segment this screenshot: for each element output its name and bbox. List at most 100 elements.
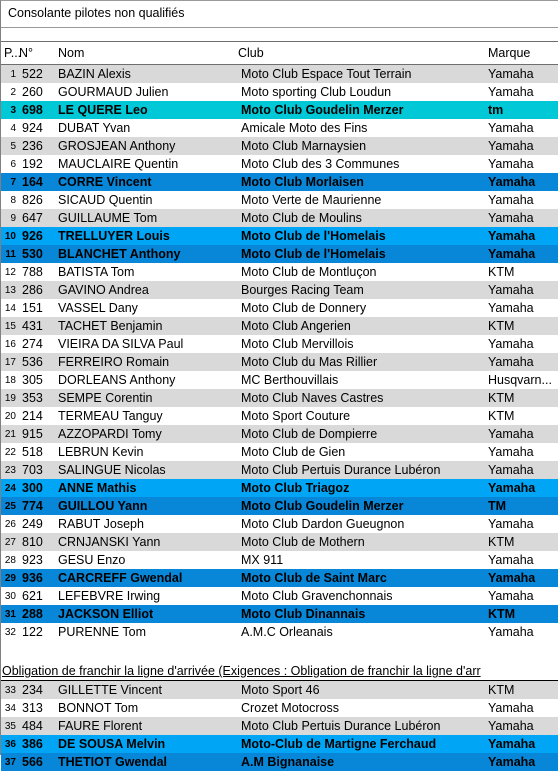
- cell-name: CRNJANSKI Yann: [58, 535, 161, 549]
- cell-club: Moto Verte de Maurienne: [241, 193, 382, 207]
- cell-number: 164: [22, 175, 43, 189]
- cell-number: 774: [22, 499, 43, 513]
- cell-name: MAUCLAIRE Quentin: [58, 157, 179, 171]
- cell-brand: Yamaha: [488, 481, 536, 495]
- table-row[interactable]: 26 249 RABUT Joseph Moto Club Dardon Gueugn…: [1, 515, 558, 533]
- cell-name: TERMEAU Tanguy: [58, 409, 163, 423]
- cell-name: BATISTA Tom: [58, 265, 135, 279]
- cell-position: 24: [4, 482, 16, 494]
- cell-number: 703: [22, 463, 43, 477]
- page-title: Consolante pilotes non qualifiés: [1, 1, 558, 28]
- cell-position: 6: [10, 158, 16, 170]
- table-row[interactable]: 12 788 BATISTA Tom Moto Club de Montluçon KT…: [1, 263, 558, 281]
- cell-number: 313: [22, 701, 43, 715]
- table-row[interactable]: 35 484 FAURE Florent Moto Club Pertuis Dura…: [1, 717, 558, 735]
- cell-name: FERREIRO Romain: [58, 355, 170, 369]
- table-row[interactable]: 32 122 PURENNE Tom A.M.C Orleanais Yamaha: [1, 623, 558, 641]
- table-row[interactable]: 10 926 TRELLUYER Louis Moto Club de l'Homel…: [1, 227, 558, 245]
- cell-club: Moto Club du Mas Rillier: [241, 355, 378, 369]
- table-row[interactable]: 18 305 DORLEANS Anthony MC Berthouvillais Hu…: [1, 371, 558, 389]
- cell-position: 2: [10, 86, 16, 98]
- cell-name: LEBRUN Kevin: [58, 445, 144, 459]
- cell-brand: Yamaha: [488, 355, 534, 369]
- table-row[interactable]: 9 647 GUILLAUME Tom Moto Club de Moulins Yam…: [1, 209, 558, 227]
- cell-position: 13: [4, 284, 16, 296]
- table-row[interactable]: 27 810 CRNJANSKI Yann Moto Club de Mothern K…: [1, 533, 558, 551]
- cell-club: Moto Club de l'Homelais: [241, 229, 386, 243]
- table-row[interactable]: 7 164 CORRE Vincent Moto Club Morlaisen Yama…: [1, 173, 558, 191]
- section-spacer: [1, 641, 558, 662]
- cell-brand: Yamaha: [488, 463, 534, 477]
- cell-number: 530: [22, 247, 43, 261]
- cell-number: 305: [22, 373, 43, 387]
- cell-position: 10: [4, 230, 16, 242]
- cell-club: Amicale Moto des Fins: [241, 121, 368, 135]
- cell-brand: Yamaha: [488, 553, 534, 567]
- cell-number: 647: [22, 211, 43, 225]
- cell-number: 566: [22, 755, 43, 769]
- cell-number: 924: [22, 121, 43, 135]
- cell-number: 431: [22, 319, 43, 333]
- table-row[interactable]: 28 923 GESU Enzo MX 911 Yamaha: [1, 551, 558, 569]
- cell-brand: Yamaha: [488, 517, 534, 531]
- cell-number: 151: [22, 301, 43, 315]
- table-row[interactable]: 20 214 TERMEAU Tanguy Moto Sport Couture KTM: [1, 407, 558, 425]
- table-row[interactable]: 17 536 FERREIRO Romain Moto Club du Mas Ril…: [1, 353, 558, 371]
- cell-position: 19: [4, 392, 16, 404]
- table-row[interactable]: 2 260 GOURMAUD Julien Moto sporting Club Lo…: [1, 83, 558, 101]
- cell-brand: Husqvarn...: [488, 373, 552, 387]
- cell-name: GUILLOU Yann: [58, 499, 148, 513]
- table-row[interactable]: 6 192 MAUCLAIRE Quentin Moto Club des 3 Com…: [1, 155, 558, 173]
- cell-position: 22: [4, 446, 16, 458]
- table-row[interactable]: 11 530 BLANCHET Anthony Moto Club de l'Home…: [1, 245, 558, 263]
- cell-club: MC Berthouvillais: [241, 373, 339, 387]
- table-row[interactable]: 30 621 LEFEBVRE Irwing Moto Club Gravenchon…: [1, 587, 558, 605]
- table-row[interactable]: 21 915 AZZOPARDI Tomy Moto Club de Dompierr…: [1, 425, 558, 443]
- table-bottom-filler: [1, 771, 558, 780]
- table-row[interactable]: 34 313 BONNOT Tom Crozet Motocross Yamaha: [1, 699, 558, 717]
- table-row[interactable]: 24 300 ANNE Mathis Moto Club Triagoz Yamaha: [1, 479, 558, 497]
- cell-brand: KTM: [488, 409, 515, 423]
- cell-position: 25: [4, 500, 16, 512]
- table-row[interactable]: 33 234 GILLETTE Vincent Moto Sport 46 KTM: [1, 681, 558, 699]
- cell-number: 826: [22, 193, 43, 207]
- cell-club: Moto Club de Montluçon: [241, 265, 377, 279]
- cell-brand: Yamaha: [488, 193, 534, 207]
- cell-name: DE SOUSA Melvin: [58, 737, 166, 751]
- results-list-section-1: 1 522 BAZIN Alexis Moto Club Espace Tout Te…: [1, 65, 558, 641]
- table-row[interactable]: 13 286 GAVINO Andrea Bourges Racing Team Yam…: [1, 281, 558, 299]
- table-row[interactable]: 4 924 DUBAT Yvan Amicale Moto des Fins Yamah…: [1, 119, 558, 137]
- cell-name: THETIOT Gwendal: [58, 755, 168, 769]
- cell-position: 35: [4, 720, 16, 732]
- section-header-obligation: Obligation de franchir la ligne d'arrivé…: [1, 662, 558, 681]
- cell-position: 17: [4, 356, 16, 368]
- cell-brand: KTM: [488, 683, 515, 697]
- cell-name: CORRE Vincent: [58, 175, 152, 189]
- cell-brand: Yamaha: [488, 283, 534, 297]
- table-row[interactable]: 16 274 VIEIRA DA SILVA Paul Moto Club Mervi…: [1, 335, 558, 353]
- table-row[interactable]: 8 826 SICAUD Quentin Moto Verte de Maurienn…: [1, 191, 558, 209]
- cell-name: BONNOT Tom: [58, 701, 139, 715]
- cell-club: Moto Club Triagoz: [241, 481, 350, 495]
- table-row[interactable]: 5 236 GROSJEAN Anthony Moto Club Marnaysien…: [1, 137, 558, 155]
- cell-club: Moto Club Angerien: [241, 319, 351, 333]
- cell-brand: KTM: [488, 319, 515, 333]
- cell-number: 522: [22, 67, 43, 81]
- table-row[interactable]: 36 386 DE SOUSA Melvin Moto-Club de Martign…: [1, 735, 558, 753]
- column-header-name: Nom: [58, 46, 85, 60]
- table-row[interactable]: 1 522 BAZIN Alexis Moto Club Espace Tout Te…: [1, 65, 558, 83]
- cell-name: VASSEL Dany: [58, 301, 138, 315]
- table-row[interactable]: 15 431 TACHET Benjamin Moto Club Angerien KT…: [1, 317, 558, 335]
- table-row[interactable]: 23 703 SALINGUE Nicolas Moto Club Pertuis D…: [1, 461, 558, 479]
- cell-number: 122: [22, 625, 43, 639]
- table-row[interactable]: 19 353 SEMPE Corentin Moto Club Naves Castr…: [1, 389, 558, 407]
- cell-number: 234: [22, 683, 43, 697]
- cell-number: 260: [22, 85, 43, 99]
- table-row[interactable]: 25 774 GUILLOU Yann Moto Club Goudelin Merz…: [1, 497, 558, 515]
- table-row[interactable]: 3 698 LE QUERE Leo Moto Club Goudelin Merze…: [1, 101, 558, 119]
- table-row[interactable]: 22 518 LEBRUN Kevin Moto Club de Gien Yamaha: [1, 443, 558, 461]
- table-row[interactable]: 37 566 THETIOT Gwendal A.M Bignanaise Yamaha: [1, 753, 558, 771]
- table-row[interactable]: 31 288 JACKSON Elliot Moto Club Dinannais KT…: [1, 605, 558, 623]
- table-row[interactable]: 14 151 VASSEL Dany Moto Club de Donnery Yama…: [1, 299, 558, 317]
- table-row[interactable]: 29 936 CARCREFF Gwendal Moto Club de Saint …: [1, 569, 558, 587]
